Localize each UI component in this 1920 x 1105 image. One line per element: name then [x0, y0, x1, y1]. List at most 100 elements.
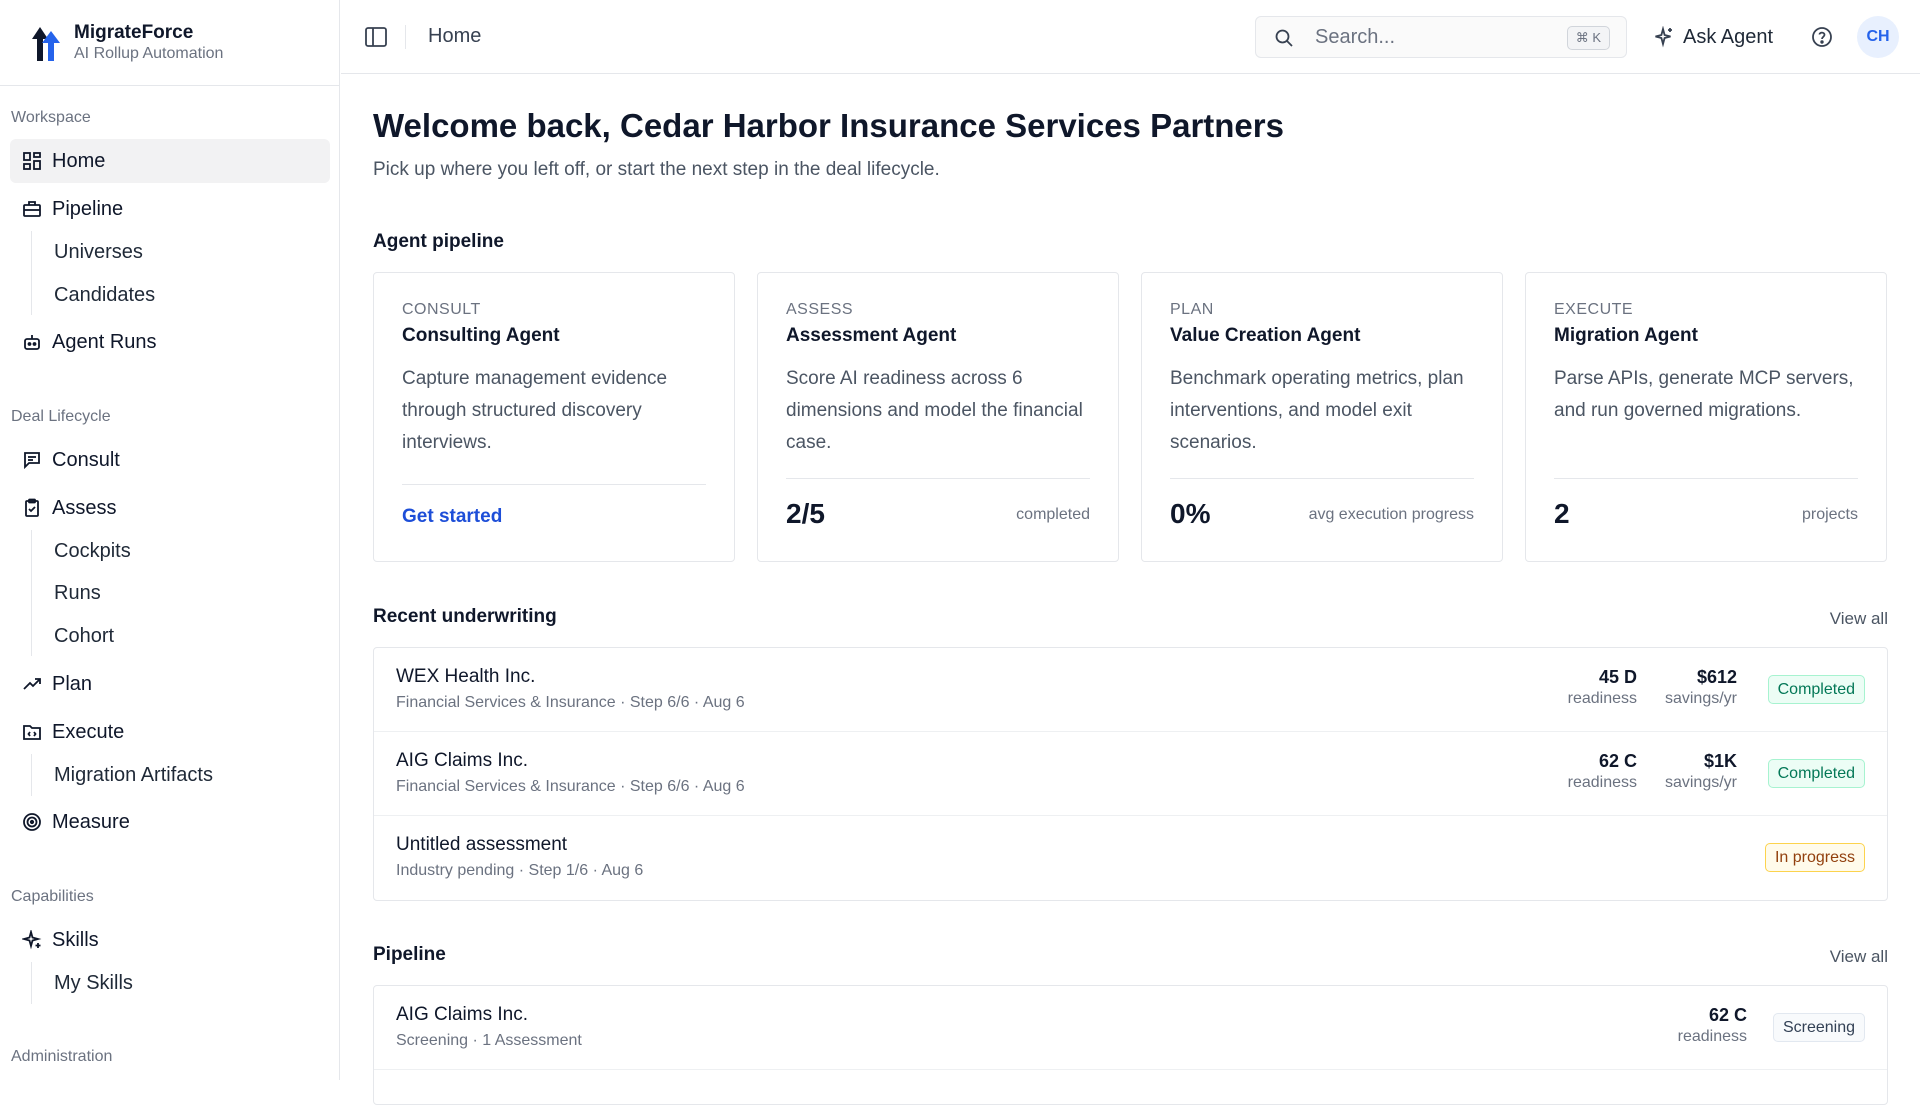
recent-underwriting-list: WEX Health Inc. Financial Services & Ins… — [373, 647, 1888, 901]
sidebar-item-assess[interactable]: Assess — [10, 486, 330, 530]
view-all-underwriting-link[interactable]: View all — [1830, 609, 1888, 629]
agent-card-consult[interactable]: CONSULT Consulting Agent Capture managem… — [373, 272, 735, 562]
readiness-label: readiness — [1567, 690, 1637, 707]
view-all-pipeline-link[interactable]: View all — [1830, 947, 1888, 967]
list-item[interactable]: WEX Health Inc. Financial Services & Ins… — [374, 648, 1887, 732]
main-content: Welcome back, Cedar Harbor Insurance Ser… — [341, 75, 1920, 1105]
avatar[interactable]: CH — [1857, 16, 1899, 58]
savings-stat: $612 savings/yr — [1665, 666, 1737, 710]
card-title: Assessment Agent — [786, 325, 957, 346]
section-label-workspace: Workspace — [11, 109, 91, 126]
row-meta: Screening · 1 Assessment — [396, 1032, 582, 1049]
status-badge: Completed — [1767, 759, 1865, 788]
brand-name: MigrateForce — [74, 21, 194, 43]
card-description: Capture management evidence through stru… — [402, 368, 668, 453]
card-description: Score AI readiness across 6 dimensions a… — [786, 368, 1083, 453]
brand[interactable]: MigrateForce AI Rollup Automation — [0, 0, 339, 86]
card-divider — [402, 484, 706, 485]
message-square-icon — [22, 450, 42, 470]
sidebar-item-label: Execute — [52, 720, 125, 743]
row-name: WEX Health Inc. — [396, 666, 536, 687]
sidebar-item-cohort[interactable]: Cohort — [54, 616, 114, 656]
list-item[interactable]: Untitled assessment Industry pending · S… — [374, 816, 1887, 900]
row-meta: Financial Services & Insurance · Step 6/… — [396, 778, 745, 795]
status-badge: In progress — [1764, 843, 1865, 872]
breadcrumb[interactable]: Home — [428, 25, 481, 48]
card-metric-label: avg execution progress — [1308, 506, 1474, 523]
card-title: Consulting Agent — [402, 325, 560, 346]
sidebar-item-runs[interactable]: Runs — [54, 573, 101, 613]
card-description: Benchmark operating metrics, plan interv… — [1170, 368, 1464, 453]
list-item[interactable]: AIG Claims Inc. Financial Services & Ins… — [374, 732, 1887, 816]
help-icon[interactable] — [1811, 26, 1833, 48]
status-badge: Screening — [1772, 1013, 1865, 1042]
sidebar-item-consult[interactable]: Consult — [10, 438, 330, 482]
top-bar: Home Search... ⌘ K Ask Agent CH — [341, 0, 1920, 74]
readiness-stat: 45 D readiness — [1568, 666, 1637, 710]
sidebar: MigrateForce AI Rollup Automation Worksp… — [0, 0, 340, 1080]
sidebar-item-measure[interactable]: Measure — [10, 800, 330, 844]
sidebar-item-cockpits[interactable]: Cockpits — [54, 531, 131, 571]
sidebar-item-agent-runs[interactable]: Agent Runs — [10, 320, 330, 364]
section-label-deal-lifecycle: Deal Lifecycle — [11, 408, 111, 425]
card-metric-label: projects — [1801, 506, 1858, 523]
page-subtitle: Pick up where you left off, or start the… — [373, 159, 940, 180]
card-tag: ASSESS — [786, 301, 854, 318]
row-name: AIG Claims Inc. — [396, 1004, 528, 1025]
sparkles-icon — [1655, 26, 1672, 48]
ask-agent-button[interactable]: Ask Agent — [1653, 22, 1773, 52]
card-title: Migration Agent — [1554, 325, 1698, 346]
readiness-value: 62 C — [1598, 751, 1637, 771]
subnav-rail — [31, 754, 32, 796]
sidebar-item-label: Skills — [52, 928, 99, 951]
sidebar-toggle-icon[interactable] — [365, 27, 387, 47]
readiness-stat: 62 C readiness — [1678, 1004, 1747, 1048]
sidebar-item-label: Consult — [52, 448, 120, 471]
ask-agent-label: Ask Agent — [1683, 25, 1774, 48]
sidebar-item-execute[interactable]: Execute — [10, 710, 330, 754]
sidebar-item-home[interactable]: Home — [10, 139, 330, 183]
logo-icon — [32, 26, 60, 61]
savings-label: savings/yr — [1664, 690, 1737, 707]
sidebar-item-migration-artifacts[interactable]: Migration Artifacts — [54, 755, 213, 795]
savings-value: $1K — [1703, 751, 1737, 771]
card-tag: CONSULT — [402, 301, 481, 318]
header-divider — [405, 25, 406, 49]
get-started-link[interactable]: Get started — [402, 506, 502, 528]
sparkles-icon — [22, 930, 42, 950]
trending-up-icon — [22, 674, 42, 694]
grid-icon — [22, 151, 42, 171]
sidebar-item-skills[interactable]: Skills — [10, 918, 330, 962]
card-metric: 2 — [1554, 498, 1570, 529]
readiness-label: readiness — [1677, 1028, 1747, 1045]
sidebar-item-label: Plan — [52, 672, 93, 695]
sidebar-item-pipeline[interactable]: Pipeline — [10, 187, 330, 231]
sidebar-item-plan[interactable]: Plan — [10, 662, 330, 706]
sidebar-item-label: Home — [52, 149, 106, 172]
list-item[interactable]: AIG Claims Inc. Screening · 1 Assessment… — [374, 986, 1887, 1070]
section-title-agent-pipeline: Agent pipeline — [373, 231, 504, 252]
search-icon — [1275, 29, 1293, 47]
row-meta: Industry pending · Step 1/6 · Aug 6 — [396, 862, 644, 879]
subnav-rail — [31, 231, 32, 315]
sidebar-item-my-skills[interactable]: My Skills — [54, 963, 133, 1003]
sidebar-item-universes[interactable]: Universes — [54, 232, 143, 272]
row-meta: Financial Services & Insurance · Step 6/… — [396, 694, 745, 711]
agent-card-execute[interactable]: EXECUTE Migration Agent Parse APIs, gene… — [1525, 272, 1887, 562]
savings-stat: $1K savings/yr — [1665, 750, 1737, 794]
card-description: Parse APIs, generate MCP servers, and ru… — [1554, 368, 1854, 421]
section-label-administration: Administration — [11, 1048, 113, 1065]
readiness-value: 45 D — [1598, 667, 1637, 687]
card-divider — [1554, 478, 1858, 479]
card-tag: EXECUTE — [1554, 301, 1634, 318]
search-input[interactable]: Search... ⌘ K — [1255, 16, 1627, 58]
bot-icon — [22, 332, 42, 352]
agent-card-plan[interactable]: PLAN Value Creation Agent Benchmark oper… — [1141, 272, 1503, 562]
section-title-recent-underwriting: Recent underwriting — [373, 606, 557, 627]
card-title: Value Creation Agent — [1170, 325, 1361, 346]
agent-card-assess[interactable]: ASSESS Assessment Agent Score AI readine… — [757, 272, 1119, 562]
sidebar-item-candidates[interactable]: Candidates — [54, 275, 155, 315]
brand-subtitle: AI Rollup Automation — [74, 44, 224, 62]
sidebar-item-label: Assess — [52, 496, 117, 519]
sidebar-item-label: Pipeline — [52, 197, 124, 220]
